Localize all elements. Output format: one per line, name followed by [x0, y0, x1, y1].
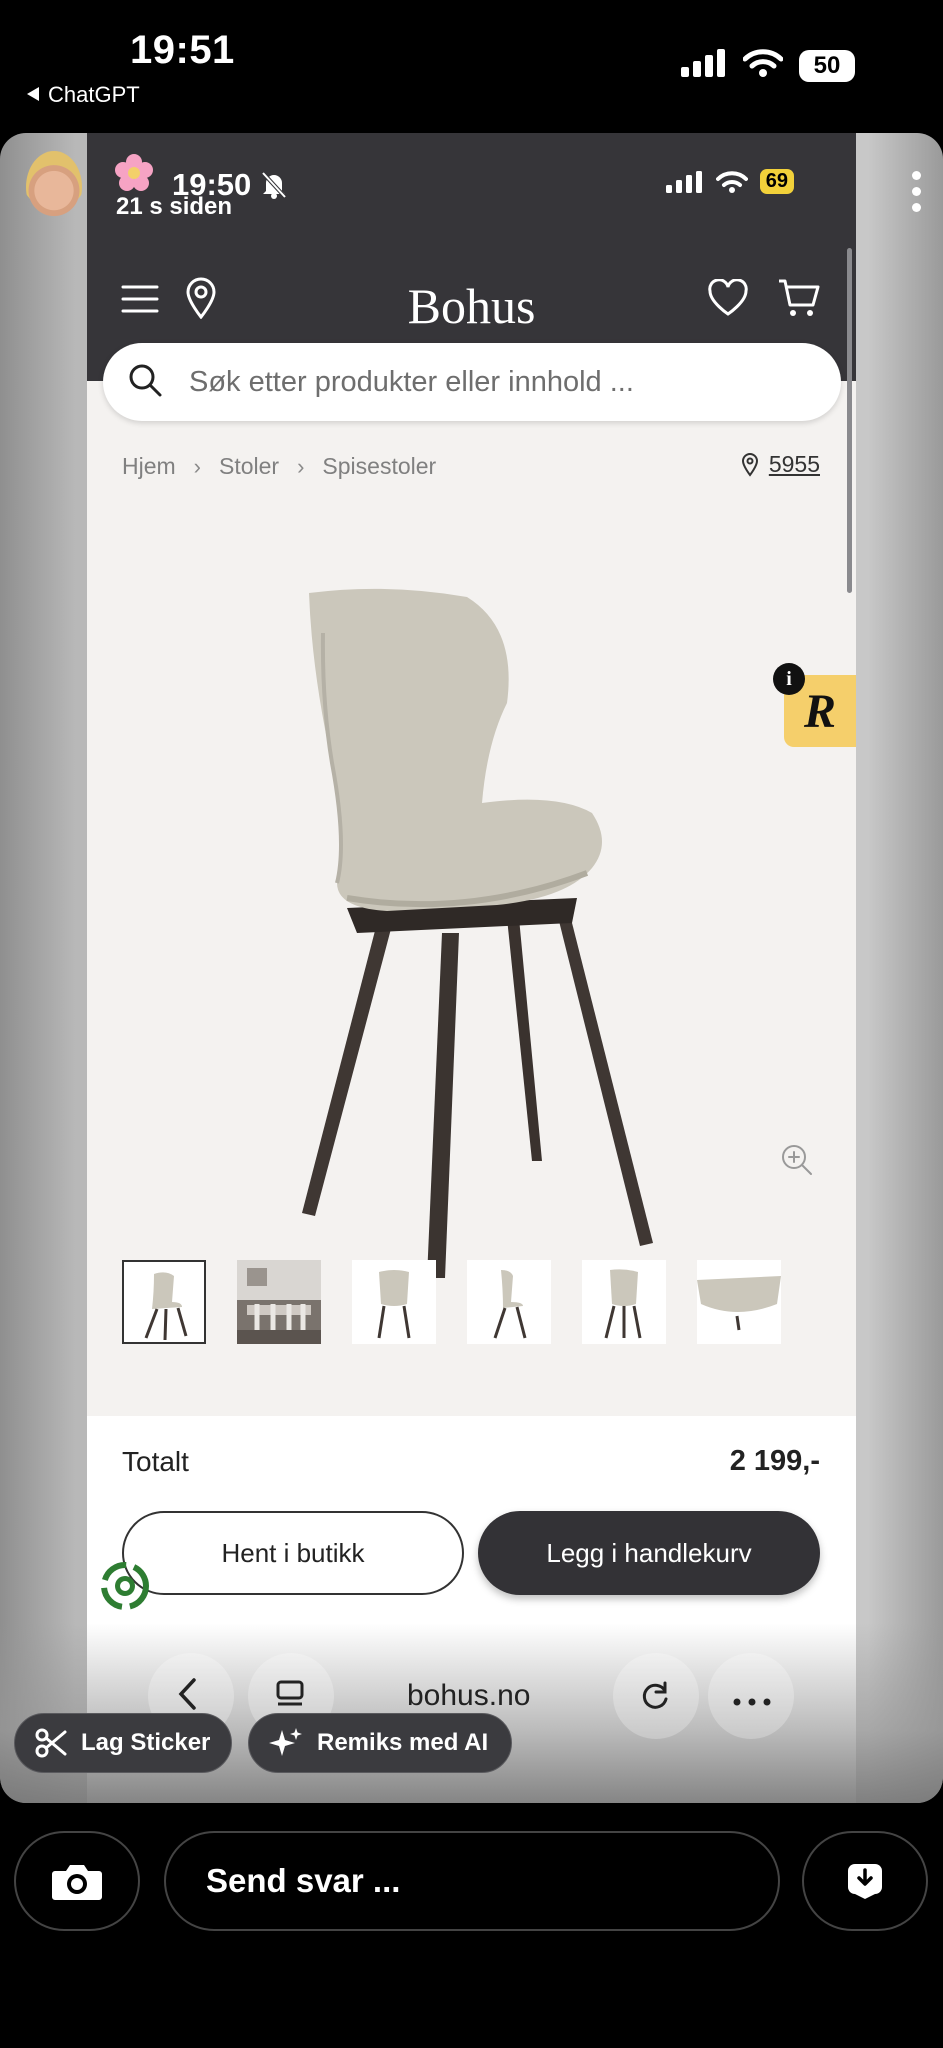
inner-battery: 69 — [759, 169, 794, 194]
thumbnail[interactable] — [582, 1260, 666, 1344]
screenshot-content: 69 Bohus Søk etter produkter eller innho… — [87, 133, 856, 1803]
search-icon — [127, 362, 163, 403]
sparkle-icon — [269, 1728, 302, 1756]
bell-muted-icon — [261, 171, 287, 199]
recycle-icon[interactable] — [100, 1561, 150, 1616]
info-icon[interactable]: i — [773, 663, 805, 695]
reload-icon — [638, 1679, 672, 1718]
search-placeholder: Søk etter produkter eller innhold ... — [189, 365, 634, 398]
inner-signal-icon — [665, 170, 702, 193]
breadcrumb-home[interactable]: Hjem — [122, 453, 176, 480]
breadcrumb-dining-chairs[interactable]: Spisestoler — [322, 453, 436, 480]
thumbnail[interactable] — [122, 1260, 206, 1344]
store-selector[interactable]: 5955 — [741, 451, 820, 478]
search-input[interactable]: Søk etter produkter eller innhold ... — [103, 343, 841, 421]
wifi-icon — [742, 48, 784, 83]
heart-icon[interactable] — [707, 278, 749, 322]
add-to-cart-button[interactable]: Legg i handlekurv — [478, 1511, 820, 1595]
inner-wifi-icon — [715, 170, 748, 193]
make-sticker-button[interactable]: Lag Sticker — [14, 1713, 232, 1773]
breadcrumb-chairs[interactable]: Stoler — [219, 453, 279, 480]
camera-icon — [52, 1865, 102, 1900]
story-timestamp: 21 s siden — [116, 193, 233, 220]
browser-url[interactable]: bohus.no — [407, 1679, 530, 1713]
reply-input[interactable]: Send svar ... — [164, 1831, 780, 1931]
status-time: 19:51 — [130, 28, 235, 72]
tabs-icon — [275, 1680, 305, 1713]
thumbnail[interactable] — [467, 1260, 551, 1344]
chevron-right-icon: › — [193, 453, 201, 479]
battery-indicator: 50 — [799, 49, 855, 82]
ellipsis-icon — [733, 1693, 771, 1711]
site-header: Bohus — [87, 269, 856, 349]
product-image[interactable] — [87, 513, 856, 1363]
chevron-right-icon: › — [297, 453, 305, 479]
more-options-icon[interactable] — [912, 171, 921, 212]
back-arrow-icon — [26, 82, 40, 108]
thumbnail[interactable] — [352, 1260, 436, 1344]
total-label: Totalt — [122, 1446, 189, 1477]
store-number: 5955 — [768, 451, 820, 477]
thumbnail-strip — [122, 1260, 781, 1344]
remix-ai-label: Remiks med AI — [317, 1729, 489, 1756]
remix-ai-button[interactable]: Remiks med AI — [248, 1713, 512, 1773]
story-card[interactable]: 69 Bohus Søk etter produkter eller innho… — [0, 133, 943, 1803]
breadcrumb: Hjem › Stoler › Spisestoler — [122, 453, 436, 480]
r-logo-icon: R — [803, 684, 836, 738]
download-button[interactable] — [802, 1831, 928, 1931]
cart-icon[interactable] — [777, 277, 821, 324]
inner-status-icons: 69 — [665, 169, 794, 194]
reply-placeholder: Send svar ... — [206, 1862, 401, 1899]
pickup-in-store-button[interactable]: Hent i butikk — [122, 1511, 464, 1595]
zoom-icon[interactable] — [780, 1143, 814, 1182]
thumbnail[interactable] — [237, 1260, 321, 1344]
avatar[interactable] — [26, 151, 82, 223]
total-price: 2 199,- — [729, 1445, 820, 1477]
scissors-icon — [35, 1728, 67, 1758]
thumbnail[interactable] — [697, 1260, 781, 1344]
back-app-label: ChatGPT — [48, 82, 140, 107]
store-pin-icon — [741, 452, 758, 477]
flower-emoji-icon — [114, 153, 154, 193]
camera-button[interactable] — [14, 1831, 140, 1931]
status-icons: 50 — [681, 48, 855, 83]
signal-icon — [681, 49, 727, 82]
download-icon — [848, 1864, 882, 1899]
chevron-left-icon — [176, 1677, 200, 1716]
back-to-app-link[interactable]: ChatGPT — [26, 82, 140, 108]
make-sticker-label: Lag Sticker — [81, 1729, 211, 1756]
